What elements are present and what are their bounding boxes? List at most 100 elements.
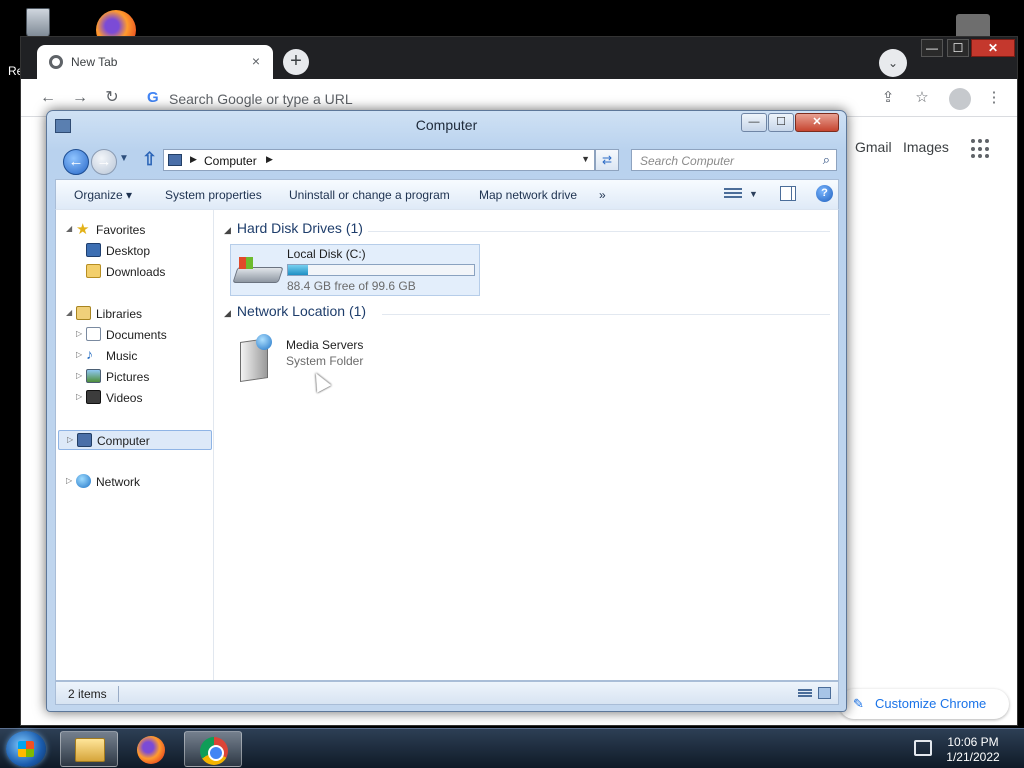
close-button[interactable]: ✕ — [795, 113, 839, 132]
group-header-hard-disks[interactable]: ◢ Hard Disk Drives (1) — [224, 220, 363, 236]
chrome-maximize-button[interactable]: ☐ — [947, 39, 969, 57]
search-placeholder: Search Computer — [640, 154, 735, 168]
expand-arrow-icon[interactable]: ▷ — [76, 371, 82, 380]
clock[interactable]: 10:06 PM 1/21/2022 — [938, 735, 1008, 765]
nav-label: Music — [106, 349, 138, 363]
share-icon[interactable]: ⇪ — [877, 87, 899, 109]
status-separator — [118, 686, 119, 702]
group-header-network-location[interactable]: ◢ Network Location (1) — [224, 303, 366, 319]
explorer-window: Computer — ☐ ✕ ← → ▼ ⇧ ▶ Computer ▶ ▼ ⇄ … — [46, 110, 847, 712]
nav-pictures[interactable]: ▷ Pictures — [76, 367, 206, 387]
expand-arrow-icon[interactable]: ▷ — [66, 476, 72, 485]
forward-button[interactable]: → — [91, 149, 117, 175]
collapse-arrow-icon[interactable]: ◢ — [224, 308, 231, 318]
expand-arrow-icon[interactable]: ▷ — [76, 329, 82, 338]
tab-close-icon[interactable]: × — [247, 52, 265, 70]
back-button[interactable]: ← — [63, 149, 89, 175]
taskbar: 10:06 PM 1/21/2022 — [0, 728, 1024, 768]
media-server-icon[interactable] — [236, 334, 276, 382]
nav-documents[interactable]: ▷ Documents — [76, 325, 206, 345]
nav-music[interactable]: ▷ ♪ Music — [76, 346, 206, 366]
expand-arrow-icon[interactable]: ◢ — [66, 224, 72, 233]
reload-icon[interactable]: ↻ — [101, 87, 123, 109]
recent-pages-chevron-icon[interactable]: ▼ — [119, 153, 129, 164]
nav-downloads[interactable]: Downloads — [76, 262, 206, 282]
recycle-bin-icon[interactable]: Re — [8, 6, 58, 78]
nav-computer[interactable]: ▷ Computer — [58, 430, 212, 450]
search-input[interactable]: Search Computer ⌕ — [631, 149, 837, 171]
collapse-arrow-icon[interactable]: ◢ — [224, 225, 231, 235]
expand-arrow-icon[interactable]: ▷ — [67, 435, 73, 444]
customize-chrome-label: Customize Chrome — [875, 696, 987, 711]
tab-title: New Tab — [71, 55, 118, 69]
maximize-button[interactable]: ☐ — [768, 113, 794, 132]
uninstall-program-button[interactable]: Uninstall or change a program — [289, 188, 450, 202]
expand-arrow-icon[interactable]: ▷ — [76, 350, 82, 359]
nav-libraries[interactable]: ◢ Libraries — [66, 304, 206, 324]
view-dropdown-icon[interactable]: ▼ — [749, 189, 758, 199]
gmail-link[interactable]: Gmail — [855, 139, 892, 155]
new-tab-button[interactable]: + — [283, 49, 309, 75]
breadcrumb-separator-icon[interactable]: ▶ — [190, 154, 197, 165]
nav-network[interactable]: ▷ Network — [66, 472, 206, 492]
nav-favorites[interactable]: ◢ ★ Favorites — [66, 220, 206, 240]
back-arrow-icon[interactable]: ← — [37, 87, 59, 109]
forward-arrow-icon[interactable]: → — [69, 87, 91, 109]
desktop-icon — [86, 243, 101, 257]
expand-arrow-icon[interactable]: ◢ — [66, 308, 72, 317]
apps-grid-icon[interactable] — [971, 139, 991, 159]
music-note-icon: ♪ — [86, 346, 93, 362]
up-arrow-icon[interactable]: ⇧ — [142, 149, 157, 170]
clock-time: 10:06 PM — [947, 735, 999, 749]
nav-label: Pictures — [106, 370, 150, 384]
trash-can-icon — [26, 8, 50, 38]
chrome-icon — [200, 737, 228, 765]
menu-kebab-icon[interactable]: ⋮ — [983, 87, 1005, 109]
change-view-icon[interactable] — [724, 186, 742, 200]
map-network-drive-button[interactable]: Map network drive — [479, 188, 577, 202]
taskbar-firefox-button[interactable] — [122, 731, 180, 767]
hard-drive-icon — [232, 257, 284, 287]
nav-label: Documents — [106, 328, 167, 342]
address-bar[interactable]: ▶ Computer ▶ ▼ — [163, 149, 595, 171]
expand-arrow-icon[interactable]: ▷ — [76, 392, 82, 401]
nav-label: Libraries — [96, 307, 143, 321]
documents-icon — [86, 327, 101, 341]
google-g-icon: G — [147, 89, 159, 106]
tab-new-tab[interactable]: New Tab × — [37, 45, 273, 79]
details-view-icon[interactable] — [798, 688, 812, 698]
breadcrumb-separator-icon[interactable]: ▶ — [266, 154, 273, 165]
nav-label: Downloads — [106, 265, 166, 279]
customize-chrome-button[interactable]: ✎ Customize Chrome — [839, 689, 1009, 719]
preview-pane-icon[interactable] — [780, 186, 796, 201]
taskbar-chrome-button[interactable] — [184, 731, 242, 767]
film-strip-icon — [86, 390, 101, 404]
nav-label: Network — [96, 475, 141, 489]
minimize-button[interactable]: — — [741, 113, 767, 132]
chrome-close-button[interactable]: ✕ — [971, 39, 1015, 57]
omnibox[interactable]: G Search Google or type a URL — [137, 83, 975, 113]
tab-search-button[interactable]: ⌄ — [879, 49, 907, 77]
system-properties-button[interactable]: System properties — [165, 188, 262, 202]
help-icon[interactable]: ? — [816, 185, 833, 202]
refresh-button[interactable]: ⇄ — [595, 149, 619, 171]
firefox-desktop-icon[interactable] — [92, 4, 142, 50]
chrome-minimize-button[interactable]: — — [921, 39, 943, 57]
organize-menu[interactable]: Organize ▾ — [74, 188, 132, 202]
network-tray-icon[interactable] — [914, 740, 932, 756]
media-servers-name[interactable]: Media Servers — [286, 338, 363, 352]
nav-label: Videos — [106, 391, 143, 405]
breadcrumb-computer[interactable]: Computer — [204, 154, 257, 168]
start-button[interactable] — [6, 731, 46, 767]
nav-desktop[interactable]: Desktop — [76, 241, 206, 261]
computer-icon — [168, 154, 182, 166]
profile-avatar-icon[interactable] — [949, 88, 971, 110]
local-disk-tile[interactable]: Local Disk (C:) 88.4 GB free of 99.6 GB — [230, 244, 480, 296]
more-commands-button[interactable]: » — [599, 188, 606, 202]
nav-videos[interactable]: ▷ Videos — [76, 388, 206, 408]
large-icons-view-icon[interactable] — [818, 687, 831, 699]
bookmark-star-icon[interactable]: ☆ — [911, 87, 933, 109]
images-link[interactable]: Images — [903, 139, 949, 155]
address-dropdown-icon[interactable]: ▼ — [581, 154, 590, 164]
taskbar-explorer-button[interactable] — [60, 731, 118, 767]
